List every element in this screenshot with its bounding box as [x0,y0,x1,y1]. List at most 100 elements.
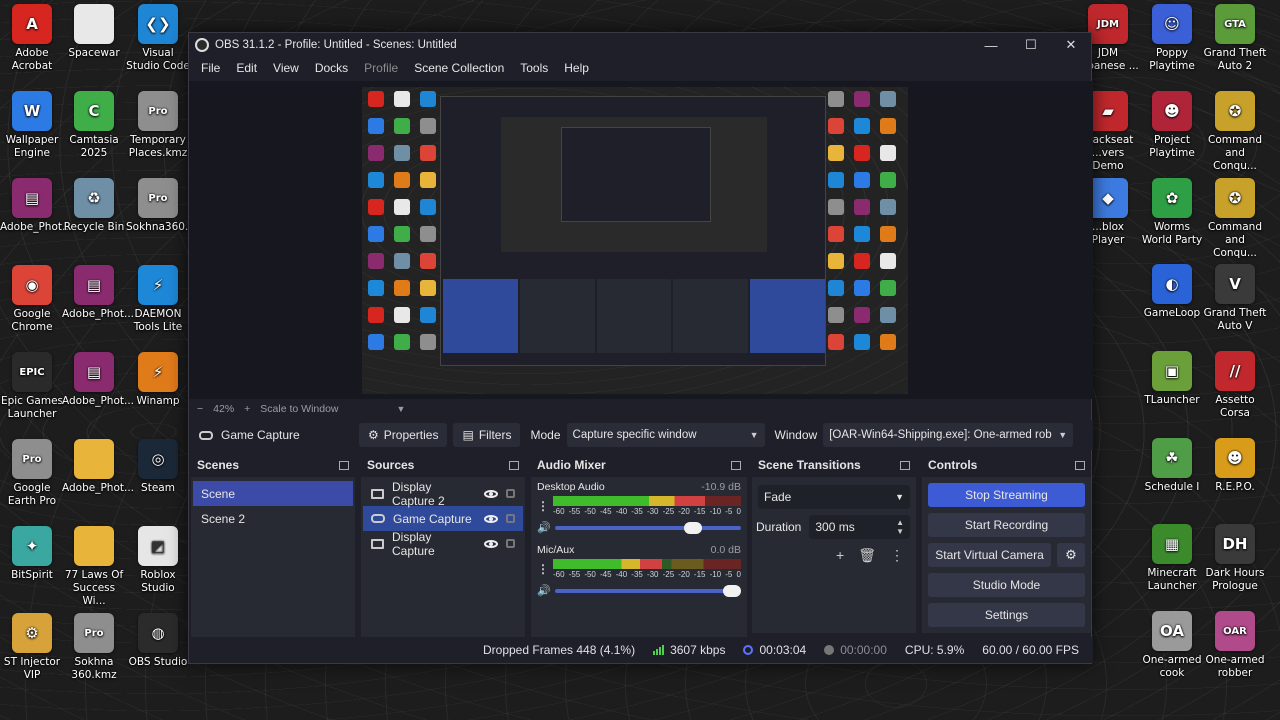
desktop-icon[interactable]: OAR One-armed robber [1203,611,1267,680]
studio-mode-button[interactable]: Studio Mode [928,573,1085,597]
desktop-icon[interactable]: ▤ Adobe_Phot... [62,352,134,408]
desktop-icon[interactable]: Pro Sokhna360... [126,178,195,234]
kebab-menu-icon[interactable]: ⋮ [890,547,904,564]
desktop-icon[interactable]: ◉ Google Chrome [0,265,64,334]
visibility-eye-icon[interactable] [484,489,498,498]
desktop-icon[interactable]: // Assetto Corsa [1203,351,1267,420]
minimize-button[interactable]: — [971,33,1011,57]
desktop-icon[interactable]: GTA Grand Theft Auto 2 [1203,4,1267,73]
menu-tools[interactable]: Tools [512,61,556,75]
desktop-icon[interactable]: ▤ Adobe_Phot... [0,178,72,234]
volume-slider[interactable] [555,522,741,534]
desktop-icon[interactable]: DH Dark Hours Prologue [1203,524,1267,593]
source-item[interactable]: Game Capture [363,506,523,531]
desktop-icon[interactable]: 77 Laws Of Success Wi... [62,526,126,608]
zoom-out-button[interactable]: − [197,403,203,415]
volume-slider[interactable] [555,585,741,597]
visibility-eye-icon[interactable] [484,539,498,548]
desktop-icon[interactable]: ☻ R.E.P.O. [1203,438,1267,494]
settings-button[interactable]: Settings [928,603,1085,627]
desktop-icon[interactable]: ✪ Command and Conqu... [1203,178,1267,260]
desktop-icon[interactable]: ▤ Adobe_Phot... [62,265,134,321]
undock-icon[interactable] [900,460,910,470]
desktop-icon[interactable]: ☘ Schedule I [1140,438,1204,494]
scene-item[interactable]: Scene [193,481,353,506]
desktop-icon[interactable]: V Grand Theft Auto V [1203,264,1267,333]
visibility-eye-icon[interactable] [484,514,498,523]
desktop-icon[interactable]: A Adobe Acrobat [0,4,64,73]
zoom-in-button[interactable]: + [244,403,250,415]
close-button[interactable]: ✕ [1051,33,1091,57]
filters-button[interactable]: ▤ Filters [453,423,521,447]
desktop-icon[interactable]: ✿ Worms World Party [1140,178,1204,247]
controls-dock: Controls Stop Streaming Start Recording … [922,453,1091,633]
kebab-menu-icon[interactable]: ⋮ [537,563,549,575]
desktop-icon[interactable]: EPIC Epic Games Launcher [0,352,64,421]
lock-icon[interactable] [506,489,515,498]
maximize-button[interactable]: ☐ [1011,33,1051,57]
lock-icon[interactable] [506,539,515,548]
window-select[interactable]: [OAR-Win64-Shipping.exe]: One-armed robb… [823,423,1074,447]
desktop-icon[interactable]: ⚡ DAEMON Tools Lite [126,265,190,334]
desktop-icon[interactable]: ✦ BitSpirit [0,526,64,582]
desktop-icon[interactable]: ⚙ ST Injector VIP [0,613,64,682]
desktop-icon[interactable]: ♻ Recycle Bin [62,178,126,234]
desktop-icon[interactable]: ✪ Command and Conqu... [1203,91,1267,173]
menu-help[interactable]: Help [556,61,597,75]
desktop-icon[interactable]: ◐ GameLoop [1140,264,1204,320]
kebab-menu-icon[interactable]: ⋮ [537,500,549,512]
volume-slider-knob[interactable] [723,585,741,597]
zoom-menu-caret[interactable]: ▼ [397,404,406,414]
desktop-icon[interactable]: Pro Temporary Places.kmz [126,91,190,160]
desktop-icon[interactable]: Adobe_Phot... [62,439,134,495]
menu-view[interactable]: View [265,61,307,75]
scene-item[interactable]: Scene 2 [193,506,353,531]
desktop-icon[interactable]: Pro Sokhna 360.kmz [62,613,126,682]
stop-streaming-button[interactable]: Stop Streaming [928,483,1085,507]
mode-select[interactable]: Capture specific window ▼ [566,423,765,447]
speaker-icon[interactable]: 🔊 [537,522,551,534]
menu-file[interactable]: File [193,61,228,75]
desktop-icon[interactable]: ◩ Roblox Studio [126,526,190,595]
desktop-icon-label: Sokhna360... [126,221,195,233]
desktop-icon[interactable]: ⚡ Winamp [126,352,190,408]
undock-icon[interactable] [1075,460,1085,470]
virtual-camera-settings-icon[interactable]: ⚙ [1057,543,1085,567]
desktop-icon[interactable]: OA One-armed cook [1140,611,1204,680]
start-recording-button[interactable]: Start Recording [928,513,1085,537]
desktop-icon[interactable]: W Wallpaper Engine [0,91,64,160]
speaker-icon[interactable]: 🔊 [537,585,551,597]
preview-canvas[interactable] [362,87,908,394]
undock-icon[interactable] [509,460,519,470]
menu-scene-collection[interactable]: Scene Collection [406,61,512,75]
desktop-icon[interactable]: ❮❯ Visual Studio Code [126,4,190,73]
desktop-icon[interactable]: ☻ Project Playtime [1140,91,1204,160]
desktop-icon[interactable]: Pro Google Earth Pro [0,439,64,508]
desktop-icon[interactable]: Spacewar [62,4,126,60]
menu-edit[interactable]: Edit [228,61,265,75]
scale-to-window[interactable]: Scale to Window [260,403,338,415]
spin-arrows-icon[interactable]: ▲ ▼ [896,518,904,536]
undock-icon[interactable] [731,460,741,470]
source-item[interactable]: Display Capture 2 [363,480,523,508]
add-icon[interactable]: + [836,547,844,564]
desktop-icon[interactable]: C Camtasia 2025 [62,91,126,160]
desktop-icon-label: Schedule I [1144,481,1200,493]
menu-profile[interactable]: Profile [356,61,406,75]
trash-icon[interactable]: 🗑 [858,547,876,564]
preview-area[interactable] [189,81,1093,399]
desktop-icon[interactable]: ☺ Poppy Playtime [1140,4,1204,73]
desktop-icon[interactable]: ▦ Minecraft Launcher [1140,524,1204,593]
menu-docks[interactable]: Docks [307,61,356,75]
volume-slider-knob[interactable] [683,522,702,534]
duration-input[interactable]: 300 ms ▲ ▼ [809,515,910,539]
undock-icon[interactable] [339,460,349,470]
properties-button[interactable]: ⚙ Properties [359,423,448,447]
source-item[interactable]: Display Capture [363,530,523,558]
lock-icon[interactable] [506,514,515,523]
desktop-icon[interactable]: ▣ TLauncher [1140,351,1204,407]
start-virtual-camera-button[interactable]: Start Virtual Camera [928,543,1051,567]
desktop-icon[interactable]: ◎ Steam [126,439,190,495]
transition-select[interactable]: Fade ▼ [758,485,910,509]
desktop-icon[interactable]: ◍ OBS Studio [126,613,190,669]
